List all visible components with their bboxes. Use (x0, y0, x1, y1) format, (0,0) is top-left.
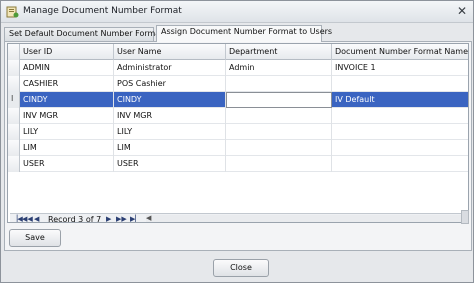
column-header-user-id[interactable]: User ID (20, 44, 114, 60)
cell-user-id[interactable]: INV MGR (20, 108, 114, 124)
next-icon[interactable]: ▶ (106, 214, 111, 222)
column-header-user-name[interactable]: User Name (114, 44, 226, 60)
app-icon (6, 6, 19, 18)
tab-panel: User ID User Name Department Document Nu… (4, 41, 472, 251)
cell-department[interactable] (226, 124, 332, 140)
cell-user-name[interactable]: INV MGR (114, 108, 226, 124)
dialog-window: Manage Document Number Format ✕ Set Defa… (0, 0, 474, 283)
cell-department[interactable] (226, 76, 332, 92)
table-row[interactable]: ADMIN Administrator Admin INVOICE 1 (8, 60, 468, 76)
horizontal-scrollbar[interactable]: ◀ (146, 214, 462, 222)
row-indicator[interactable] (8, 76, 20, 92)
cell-user-name[interactable]: LILY (114, 124, 226, 140)
cell-user-name[interactable]: POS Cashier (114, 76, 226, 92)
record-navigator: ▕◀ ◀◀ ◀ Record 3 of 7 ▶ ▶▶ ▶▏ ◀ (10, 213, 468, 223)
tab-set-default[interactable]: Set Default Document Number Format (4, 27, 163, 41)
cell-user-name[interactable]: LIM (114, 140, 226, 156)
cell-user-name[interactable]: Administrator (114, 60, 226, 76)
grid-header-row: User ID User Name Department Document Nu… (8, 44, 468, 60)
cell-user-id[interactable]: CINDY (20, 92, 114, 108)
record-counter: Record 3 of 7 (48, 215, 102, 223)
cell-user-id[interactable]: CASHIER (20, 76, 114, 92)
cell-user-id[interactable]: LIM (20, 140, 114, 156)
title-bar[interactable]: Manage Document Number Format ✕ (1, 1, 473, 23)
row-indicator[interactable]: I (8, 92, 20, 108)
table-row[interactable]: LILY LILY (8, 124, 468, 140)
cell-format-name[interactable]: IV Default (332, 92, 468, 108)
cell-user-name[interactable]: CINDY (114, 92, 226, 108)
cell-format-name[interactable] (332, 76, 468, 92)
row-indicator[interactable] (8, 108, 20, 124)
users-grid: User ID User Name Department Document Nu… (7, 43, 469, 223)
tab-assign-users[interactable]: Assign Document Number Format to Users (156, 25, 332, 42)
cell-department[interactable]: Admin (226, 60, 332, 76)
cell-department[interactable] (226, 140, 332, 156)
cell-user-id[interactable]: LILY (20, 124, 114, 140)
close-button[interactable]: Close (213, 259, 269, 277)
cell-format-name[interactable] (332, 108, 468, 124)
row-indicator[interactable] (8, 124, 20, 140)
table-row[interactable]: LIM LIM (8, 140, 468, 156)
cell-department[interactable] (226, 108, 332, 124)
header-indicator (8, 44, 20, 60)
row-indicator[interactable] (8, 60, 20, 76)
table-row[interactable]: USER USER (8, 156, 468, 172)
cell-format-name[interactable] (332, 140, 468, 156)
row-indicator[interactable] (8, 156, 20, 172)
column-header-department[interactable]: Department (226, 44, 332, 60)
prev-record-icon[interactable]: ◀◀ (22, 214, 33, 222)
table-row[interactable]: I CINDY CINDY IV Default (8, 92, 468, 108)
table-row[interactable]: INV MGR INV MGR (8, 108, 468, 124)
cell-user-id[interactable]: ADMIN (20, 60, 114, 76)
window-title: Manage Document Number Format (23, 6, 182, 16)
cell-user-name[interactable]: USER (114, 156, 226, 172)
cell-format-name[interactable]: INVOICE 1 (332, 60, 468, 76)
cell-department[interactable] (226, 156, 332, 172)
department-editor-input[interactable] (226, 92, 332, 108)
save-button[interactable]: Save (9, 229, 61, 247)
scroll-left-icon[interactable]: ◀ (146, 214, 151, 222)
edit-cursor-icon: I (11, 94, 14, 103)
size-grip[interactable] (461, 210, 469, 224)
row-indicator[interactable] (8, 140, 20, 156)
tab-strip: Set Default Document Number Format Assig… (4, 25, 472, 42)
last-record-icon[interactable]: ▶▏ (130, 214, 141, 222)
cell-format-name[interactable] (332, 156, 468, 172)
prev-icon[interactable]: ◀ (34, 214, 39, 222)
next-record-icon[interactable]: ▶▶ (116, 214, 127, 222)
table-row[interactable]: CASHIER POS Cashier (8, 76, 468, 92)
cell-user-id[interactable]: USER (20, 156, 114, 172)
close-icon[interactable]: ✕ (457, 4, 467, 18)
cell-format-name[interactable] (332, 124, 468, 140)
column-header-format-name[interactable]: Document Number Format Name (332, 44, 468, 60)
